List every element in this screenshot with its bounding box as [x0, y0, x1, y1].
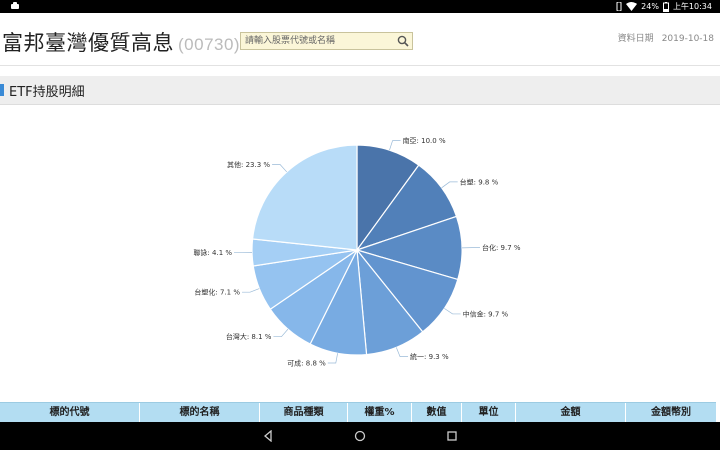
pie-label-line — [395, 347, 409, 357]
data-date-label: 資料日期 — [617, 34, 654, 44]
data-date: 資料日期 2019-10-18 — [618, 31, 714, 44]
col-weight[interactable]: 權重% — [348, 403, 412, 423]
pie-slice-label: 中信金: 9.7 % — [463, 309, 509, 318]
status-bar: 24% 上午10:34 — [0, 0, 720, 13]
search-input[interactable] — [245, 34, 395, 48]
pie-slice-label: 聯詠: 4.1 % — [193, 248, 232, 257]
notification-icon — [11, 2, 19, 9]
search-box[interactable] — [240, 32, 413, 50]
pie-chart-svg: 南亞: 10.0 % 台塑: 9.8 % 台化: 9.7 % 中信金: 9.7 % 統一… — [193, 136, 521, 368]
pie-label-line — [441, 181, 458, 189]
pie-label-line — [327, 353, 338, 364]
battery-percent: 24% — [641, 2, 659, 11]
section-title: ETF持股明細 — [9, 85, 85, 100]
holdings-pie-chart: 南亞: 10.0 % 台塑: 9.8 % 台化: 9.7 % 中信金: 9.7 % 統一… — [0, 104, 720, 402]
holdings-table-header: 標的代號 標的名稱 商品種類 權重% 數值 單位 金額 金額幣別 — [0, 402, 716, 423]
battery-icon — [662, 1, 669, 12]
pie-slice-label: 其他: 23.3 % — [227, 160, 270, 169]
clock: 上午10:34 — [672, 2, 712, 11]
pie-label-line — [242, 288, 260, 293]
pie-slice-label: 可成: 8.8 % — [287, 359, 326, 368]
pie-slice-label: 台化: 9.7 % — [482, 243, 521, 252]
recents-icon[interactable] — [446, 430, 458, 442]
app-header: 富邦臺灣優質高息(00730) 資料日期 2019-10-18 — [0, 13, 720, 66]
status-right: 24% 上午10:34 — [616, 1, 712, 12]
vibrate-icon — [616, 2, 622, 11]
col-unit[interactable]: 單位 — [462, 403, 516, 423]
pie-slice-label: 台塑: 9.8 % — [460, 177, 499, 186]
col-name[interactable]: 標的名稱 — [140, 403, 260, 423]
col-amount[interactable]: 金額 — [516, 403, 626, 423]
fund-code: (00730) — [178, 35, 241, 54]
pie-label-line — [272, 164, 288, 173]
col-symbol[interactable]: 標的代號 — [0, 403, 140, 423]
pie-slice-label: 台塑化: 7.1 % — [194, 288, 240, 297]
wifi-icon — [626, 2, 638, 11]
pie-label-line — [444, 308, 461, 315]
system-nav-bar — [0, 422, 720, 450]
pie-label-line — [389, 140, 401, 151]
search-icon[interactable] — [397, 35, 409, 47]
pie-slice-label: 台灣大: 8.1 % — [226, 332, 272, 341]
col-quantity[interactable]: 數值 — [412, 403, 462, 423]
section-accent-bar — [0, 84, 4, 96]
pie-label-line — [273, 328, 289, 338]
col-currency[interactable]: 金額幣別 — [626, 403, 716, 423]
home-icon[interactable] — [354, 430, 366, 442]
pie-slice-label: 南亞: 10.0 % — [403, 136, 446, 145]
data-date-value: 2019-10-18 — [661, 34, 714, 44]
back-icon[interactable] — [262, 430, 274, 442]
col-type[interactable]: 商品種類 — [260, 403, 348, 423]
page-title: 富邦臺灣優質高息 (00730) — [2, 27, 240, 57]
section-header: ETF持股明細 — [0, 76, 720, 105]
fund-name: 富邦臺灣優質高息 — [2, 32, 174, 55]
pie-slice-label: 統一: 9.3 % — [410, 352, 449, 361]
